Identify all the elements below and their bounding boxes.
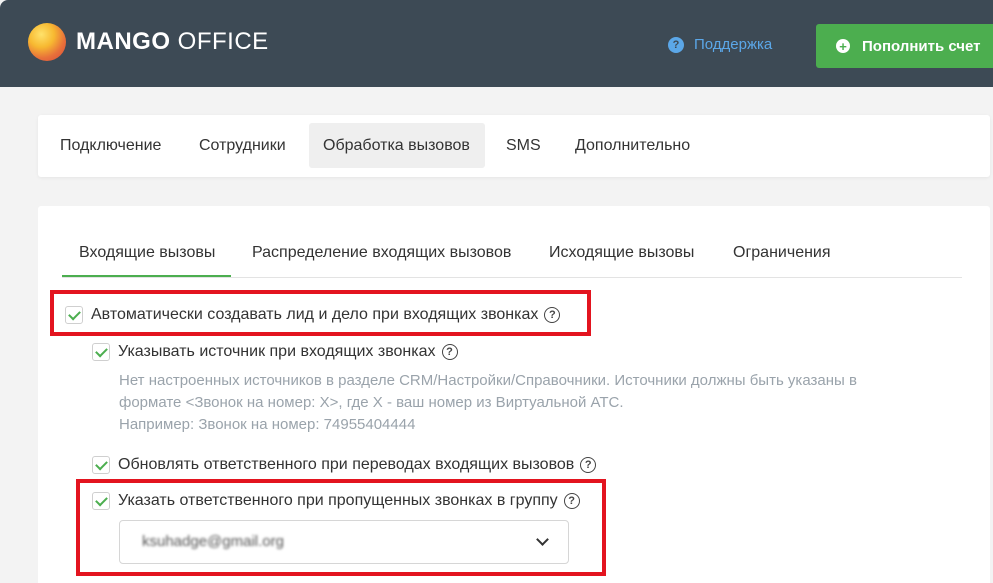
mango-logo-icon xyxy=(28,23,66,61)
setting-update-responsible: Обновлять ответственного при переводах в… xyxy=(92,456,597,474)
tab-employees[interactable]: Сотрудники xyxy=(185,123,300,168)
tab-sms[interactable]: SMS xyxy=(492,123,555,168)
sub-nav: Входящие вызовы Распределение входящих в… xyxy=(62,206,962,278)
logo-text: MANGO OFFICE xyxy=(76,28,269,55)
help-icon[interactable]: ? xyxy=(563,493,580,509)
tab-connection[interactable]: Подключение xyxy=(46,123,175,168)
help-icon[interactable]: ? xyxy=(441,344,458,360)
auto-lead-checkbox[interactable] xyxy=(65,306,83,324)
setting-auto-lead: Автоматически создавать лид и дело при в… xyxy=(65,306,561,324)
subtab-restrictions[interactable]: Ограничения xyxy=(733,244,831,262)
update-responsible-label: Обновлять ответственного при переводах в… xyxy=(118,456,575,473)
hint-line: Нет настроенных источников в разделе CRM… xyxy=(119,372,857,389)
source-hint: Нет настроенных источников в разделе CRM… xyxy=(119,370,857,436)
setting-source: Указывать источник при входящих звонках … xyxy=(92,343,458,361)
tab-additional[interactable]: Дополнительно xyxy=(561,123,704,168)
source-checkbox[interactable] xyxy=(92,343,110,361)
support-label: Поддержка xyxy=(694,36,773,53)
update-responsible-checkbox[interactable] xyxy=(92,456,110,474)
responsible-select[interactable]: ksuhadge@gmail.org xyxy=(119,520,569,564)
chevron-down-icon xyxy=(536,533,549,546)
subtab-outgoing-calls[interactable]: Исходящие вызовы xyxy=(549,244,694,262)
hint-line: формате <Звонок на номер: X>, где X - ва… xyxy=(119,394,624,411)
subtab-incoming-calls[interactable]: Входящие вызовы xyxy=(79,244,215,262)
top-bar: MANGO OFFICE ? Поддержка + Пополнить сче… xyxy=(0,0,993,87)
mango-office-logo[interactable]: MANGO OFFICE xyxy=(28,23,269,61)
source-label: Указывать источник при входящих звонках xyxy=(118,343,436,360)
responsible-select-value: ksuhadge@gmail.org xyxy=(142,533,284,550)
main-nav: Подключение Сотрудники Обработка вызовов… xyxy=(38,115,990,177)
missed-group-label: Указать ответственного при пропущенных з… xyxy=(118,492,558,509)
tab-call-processing[interactable]: Обработка вызовов xyxy=(309,123,485,168)
top-up-label: Пополнить счет xyxy=(862,37,981,55)
active-tab-underline xyxy=(62,275,231,277)
plus-circle-icon: + xyxy=(836,39,850,53)
subtab-incoming-distribution[interactable]: Распределение входящих вызовов xyxy=(252,244,511,262)
help-icon[interactable]: ? xyxy=(544,307,561,323)
help-icon[interactable]: ? xyxy=(580,457,597,473)
missed-group-checkbox[interactable] xyxy=(92,492,110,510)
hint-line: Например: Звонок на номер: 74955404444 xyxy=(119,416,416,433)
setting-missed-group: Указать ответственного при пропущенных з… xyxy=(92,492,580,510)
support-link[interactable]: ? Поддержка xyxy=(668,36,772,53)
top-up-button[interactable]: + Пополнить счет xyxy=(816,24,993,68)
help-circle-icon: ? xyxy=(668,36,684,53)
auto-lead-label: Автоматически создавать лид и дело при в… xyxy=(91,306,539,323)
